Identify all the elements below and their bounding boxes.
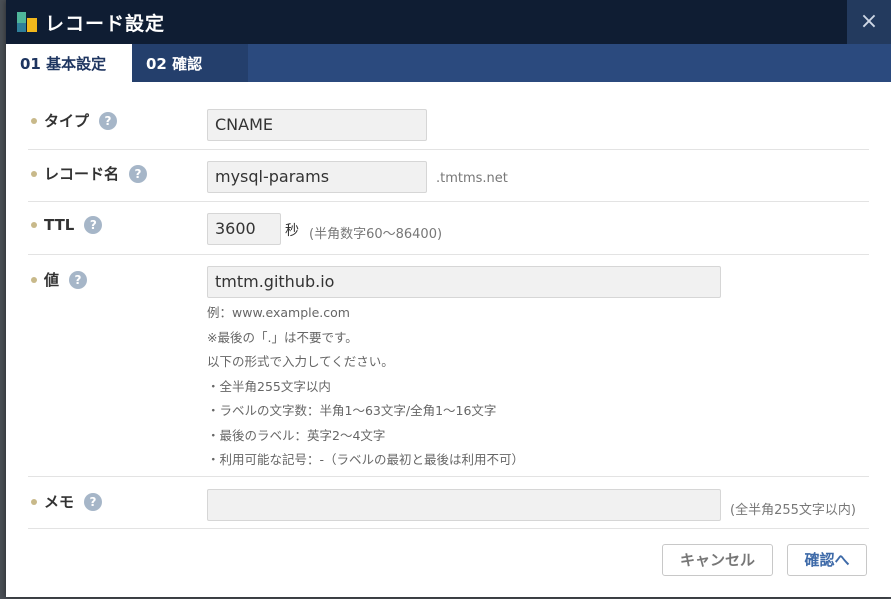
- record-settings-dialog: レコード設定 × 01 基本設定 02 確認 タイプ ? CNAME レコード名…: [6, 0, 891, 597]
- value-note-line: ・最後のラベル：英字2〜4文字: [207, 427, 386, 443]
- value-note-line: ※最後の「.」は不要です。: [207, 329, 358, 345]
- memo-row: メモ ? (全半角255文字以内): [28, 477, 869, 529]
- memo-help-icon[interactable]: ?: [84, 492, 103, 511]
- value-note-line: ・ラベルの文字数：半角1〜63文字/全角1〜16文字: [207, 403, 497, 418]
- value-help-icon[interactable]: ?: [69, 270, 88, 289]
- value-notes: 例：www.example.com ※最後の「.」は不要です。 以下の形式で入力…: [207, 301, 524, 473]
- ttl-row: TTL ? 3600 秒 (半角数字60〜86400): [28, 202, 869, 255]
- ttl-label-group: TTL ?: [28, 216, 103, 234]
- value-label-group: 値 ?: [28, 269, 88, 290]
- record-name-label: レコード名: [44, 165, 120, 183]
- memo-hint: (全半角255文字以内): [730, 503, 856, 518]
- type-field[interactable]: CNAME: [207, 109, 427, 141]
- type-label: タイプ: [44, 112, 90, 130]
- confirm-button[interactable]: 確認へ: [787, 544, 867, 576]
- label-bullet: [31, 170, 37, 177]
- record-name-help-icon[interactable]: ?: [129, 164, 148, 183]
- dialog-title: レコード設定: [45, 13, 166, 35]
- record-name-field[interactable]: mysql-params: [207, 161, 427, 193]
- label-bullet: [31, 222, 37, 228]
- memo-field[interactable]: [207, 489, 721, 521]
- tab-confirm[interactable]: 02 確認: [132, 44, 248, 82]
- label-bullet: [31, 117, 37, 124]
- ttl-help-icon[interactable]: ?: [84, 216, 103, 234]
- label-bullet: [31, 276, 37, 283]
- ttl-field[interactable]: 3600: [207, 213, 281, 245]
- record-name-label-group: レコード名 ?: [28, 163, 148, 184]
- close-button[interactable]: ×: [847, 0, 891, 44]
- type-row: タイプ ? CNAME: [28, 100, 869, 150]
- cancel-button[interactable]: キャンセル: [662, 544, 773, 576]
- domain-suffix: .tmtms.net: [436, 171, 508, 186]
- app-logo-icon: [17, 12, 37, 32]
- record-name-row: レコード名 ? mysql-params .tmtms.net: [28, 150, 869, 202]
- memo-label: メモ: [44, 493, 75, 511]
- value-field[interactable]: tmtm.github.io: [207, 266, 721, 298]
- value-note-line: 例：www.example.com: [207, 305, 350, 320]
- label-bullet: [31, 498, 37, 505]
- value-label: 値: [44, 271, 60, 289]
- ttl-hint: (半角数字60〜86400): [309, 227, 443, 242]
- type-help-icon[interactable]: ?: [99, 111, 118, 130]
- memo-label-group: メモ ?: [28, 491, 103, 512]
- value-note-line: ・利用可能な記号：-（ラベルの最初と最後は利用不可）: [207, 452, 525, 467]
- step-tabs: 01 基本設定 02 確認: [6, 44, 891, 82]
- tab-basic-settings[interactable]: 01 基本設定: [6, 44, 132, 82]
- value-note-line: ・全半角255文字以内: [207, 378, 331, 394]
- ttl-label: TTL: [44, 216, 75, 234]
- type-label-group: タイプ ?: [28, 110, 118, 131]
- value-row: 値 ? tmtm.github.io 例：www.example.com ※最後…: [28, 255, 869, 477]
- value-note-line: 以下の形式で入力してください。: [207, 354, 394, 369]
- dialog-titlebar: レコード設定 ×: [6, 0, 891, 44]
- ttl-unit: 秒: [285, 223, 299, 239]
